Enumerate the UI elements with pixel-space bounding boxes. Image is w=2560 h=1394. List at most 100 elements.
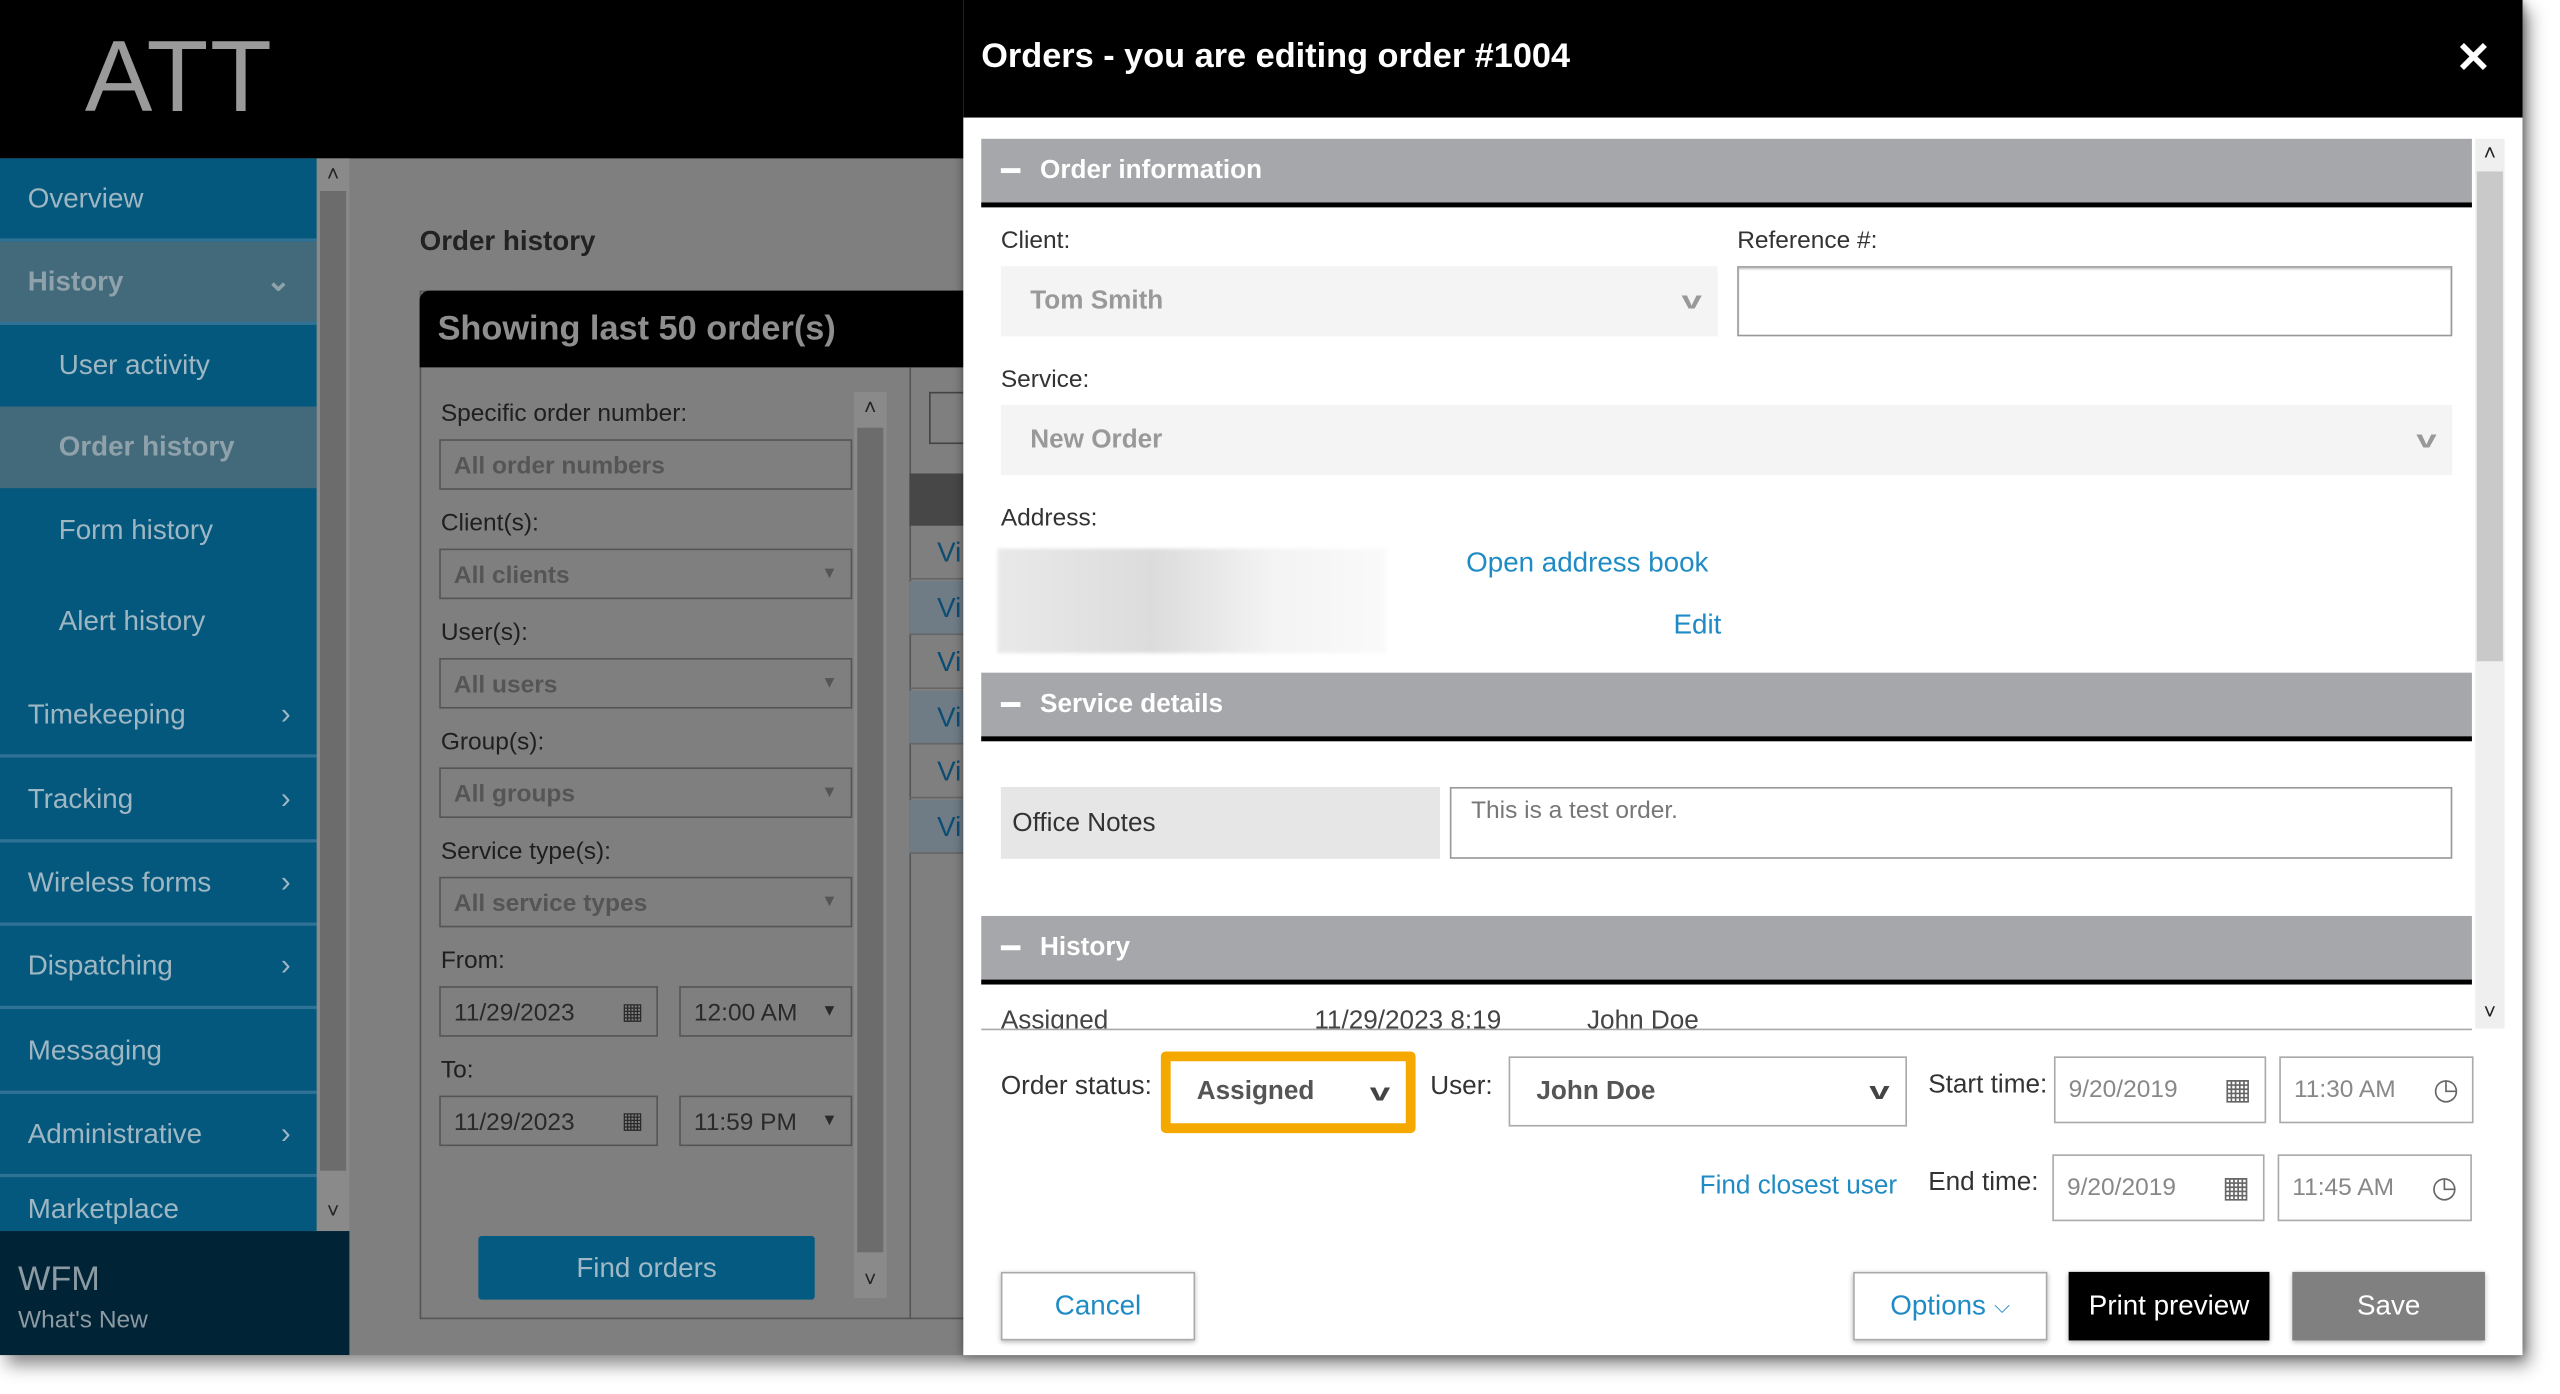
sidebar-item-label: Form history — [58, 513, 214, 545]
wfm-title: WFM — [17, 1260, 100, 1298]
clients-label: Client(s): — [440, 509, 539, 538]
chevron-right-icon: › — [280, 865, 291, 898]
chevron-down-icon: v — [1868, 1077, 1890, 1106]
order-status-select[interactable]: Assigned v — [1160, 1051, 1416, 1134]
save-button[interactable]: Save — [2292, 1271, 2485, 1341]
clients-value: All clients — [453, 561, 570, 590]
sidebar-scroll-thumb[interactable] — [320, 191, 347, 1171]
caret-down-icon: ▼ — [821, 893, 838, 912]
sidebar-item-administrative[interactable]: Administrative › — [0, 1094, 317, 1178]
chevron-right-icon: › — [280, 782, 291, 815]
end-date-input[interactable]: 9/20/2019 ▦ — [2052, 1154, 2265, 1222]
section-history[interactable]: History — [981, 915, 2472, 985]
end-time-input[interactable]: 11:45 AM ◷ — [2277, 1154, 2472, 1222]
scroll-up-icon[interactable]: ˄ — [2474, 140, 2507, 164]
dialog-title: Orders - you are editing order #1004 — [981, 37, 1571, 76]
sidebar-item-history[interactable]: History ⌄ — [0, 241, 317, 325]
history-status: Assigned — [1000, 1007, 1109, 1031]
clock-icon[interactable]: ◷ — [2432, 1171, 2458, 1205]
sidebar-item-label: History — [27, 265, 124, 297]
sidebar-item-tracking[interactable]: Tracking › — [0, 759, 317, 843]
section-service-details[interactable]: Service details — [981, 672, 2472, 742]
chevron-down-icon: v — [1369, 1078, 1390, 1107]
chevron-right-icon: › — [280, 948, 291, 982]
chevron-down-icon: ⌵ — [1994, 1293, 2011, 1318]
from-time-select[interactable]: 12:00 AM ▼ — [679, 986, 853, 1037]
close-icon[interactable]: ✕ — [2456, 33, 2492, 84]
sidebar-item-user-activity[interactable]: User activity — [0, 325, 317, 407]
calendar-icon[interactable]: ▦ — [2224, 1073, 2252, 1107]
chevron-down-icon: ⌄ — [265, 264, 291, 298]
client-select[interactable]: Tom Smith v — [1000, 266, 1718, 337]
chevron-right-icon: › — [280, 1116, 291, 1150]
options-button[interactable]: Options ⌵ — [1853, 1271, 2048, 1341]
sidebar-item-label: Administrative — [27, 1117, 203, 1149]
sidebar-item-overview[interactable]: Overview — [0, 158, 317, 242]
sidebar-item-alert-history[interactable]: Alert history — [0, 571, 317, 671]
sidebar-item-order-history[interactable]: Order history — [0, 406, 317, 489]
calendar-icon[interactable]: ▦ — [2222, 1171, 2250, 1205]
sidebar-item-messaging[interactable]: Messaging — [0, 1011, 317, 1094]
to-date-value: 11/29/2023 — [453, 1108, 575, 1137]
sidebar-item-dispatching[interactable]: Dispatching › — [0, 926, 317, 1010]
groups-select[interactable]: All groups ▼ — [439, 767, 853, 818]
calendar-icon[interactable]: ▦ — [622, 998, 644, 1026]
start-time-input[interactable]: 11:30 AM ◷ — [2279, 1056, 2474, 1124]
service-value: New Order — [1030, 425, 1163, 454]
cancel-button[interactable]: Cancel — [1000, 1271, 1196, 1341]
sidebar-item-label: Order history — [58, 431, 235, 463]
to-date-input[interactable]: 11/29/2023 ▦ — [439, 1095, 658, 1147]
clients-select[interactable]: All clients ▼ — [439, 548, 853, 600]
from-date-input[interactable]: 11/29/2023 ▦ — [439, 986, 658, 1037]
filter-scroll-thumb[interactable] — [857, 427, 884, 1253]
service-types-label: Service type(s): — [440, 837, 611, 866]
user-label: User: — [1430, 1072, 1493, 1101]
client-value: Tom Smith — [1030, 286, 1164, 315]
calendar-icon[interactable]: ▦ — [622, 1107, 644, 1135]
users-select[interactable]: All users ▼ — [439, 657, 853, 709]
edit-address-link[interactable]: Edit — [1674, 609, 1722, 642]
from-date-value: 11/29/2023 — [453, 999, 575, 1027]
users-label: User(s): — [440, 618, 528, 647]
scroll-up-icon[interactable]: ˄ — [854, 395, 887, 419]
find-closest-user-link[interactable]: Find closest user — [1700, 1172, 1897, 1201]
history-user: John Doe — [1586, 1007, 1699, 1031]
sidebar-item-label: Alert history — [58, 604, 206, 636]
options-label: Options — [1890, 1289, 1986, 1321]
user-select[interactable]: John Doe v — [1508, 1056, 1907, 1127]
clock-icon[interactable]: ◷ — [2433, 1073, 2459, 1107]
section-title: Order information — [1040, 156, 1263, 185]
print-preview-button[interactable]: Print preview — [2068, 1271, 2270, 1341]
start-date-input[interactable]: 9/20/2019 ▦ — [2053, 1056, 2267, 1124]
to-label: To: — [440, 1056, 474, 1085]
chevron-down-icon: v — [1680, 287, 1702, 316]
from-label: From: — [440, 946, 505, 975]
sidebar-item-form-history[interactable]: Form history — [0, 488, 317, 571]
scroll-down-icon[interactable]: ˅ — [317, 1198, 350, 1222]
collapse-icon — [1000, 702, 1021, 708]
start-time-label: Start time: — [1928, 1071, 2048, 1099]
caret-down-icon: ▼ — [821, 783, 838, 802]
sidebar-item-label: Dispatching — [27, 949, 173, 981]
scroll-up-icon[interactable]: ˄ — [317, 162, 350, 186]
sidebar-item-timekeeping[interactable]: Timekeeping › — [0, 674, 317, 758]
order-number-input[interactable]: All order numbers — [439, 439, 853, 490]
scroll-down-icon[interactable]: ˅ — [854, 1267, 887, 1291]
sidebar-item-label: Wireless forms — [27, 866, 212, 898]
service-select[interactable]: New Order v — [1000, 404, 2453, 476]
caret-down-icon: ▼ — [821, 564, 838, 583]
history-datetime: 11/29/2023 8:19 — [1314, 1007, 1502, 1031]
scroll-down-icon[interactable]: ˅ — [2474, 999, 2507, 1023]
open-address-book-link[interactable]: Open address book — [1466, 547, 1708, 580]
service-types-select[interactable]: All service types ▼ — [439, 876, 853, 928]
find-orders-button[interactable]: Find orders — [478, 1235, 815, 1300]
wfm-footer: WFM What's New — [0, 1231, 350, 1356]
to-time-select[interactable]: 11:59 PM ▼ — [679, 1095, 853, 1147]
dialog-scroll-thumb[interactable] — [2476, 171, 2503, 662]
office-notes-input[interactable]: This is a test order. — [1449, 786, 2453, 859]
whats-new-link[interactable]: What's New — [18, 1306, 349, 1334]
office-notes-label: Office Notes — [1000, 786, 1441, 859]
sidebar-item-wireless-forms[interactable]: Wireless forms › — [0, 842, 317, 926]
section-order-information[interactable]: Order information — [981, 138, 2472, 208]
reference-input[interactable] — [1737, 266, 2453, 337]
